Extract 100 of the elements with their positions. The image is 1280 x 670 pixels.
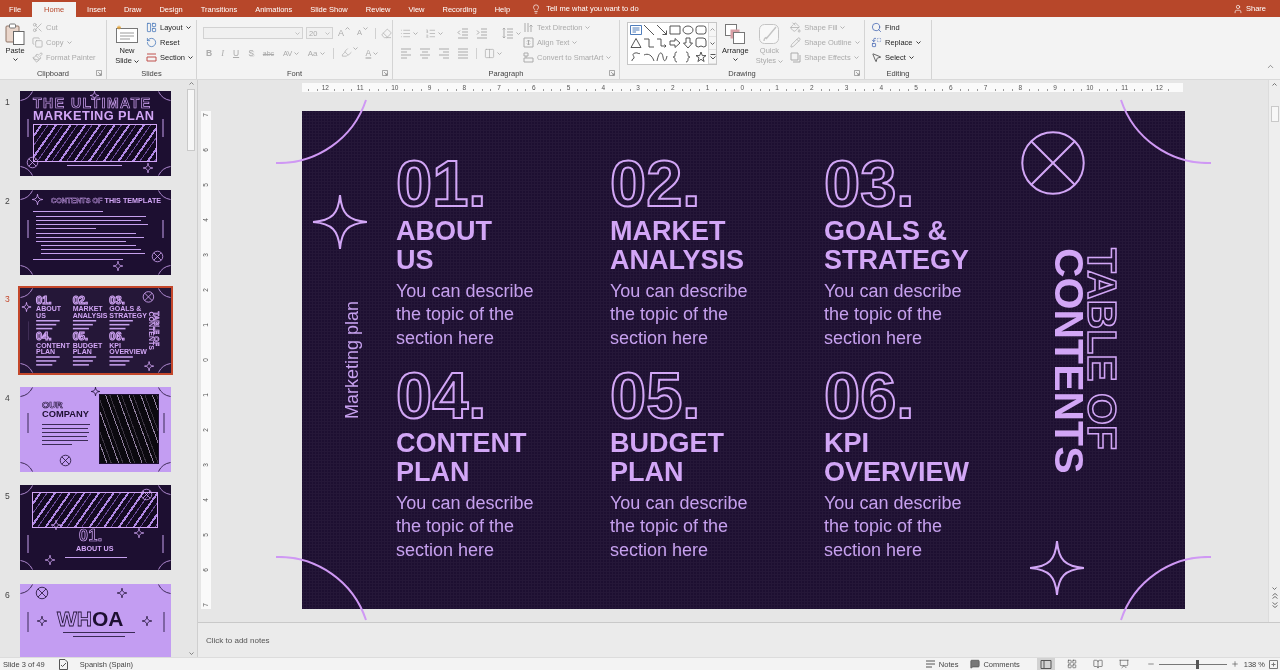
slide-number: 3 [5, 294, 10, 305]
cursor-icon [871, 52, 882, 63]
reading-view-icon [1092, 659, 1103, 669]
next-slide-icon[interactable] [1271, 602, 1278, 608]
corner-arc [158, 461, 171, 472]
copy-icon [32, 37, 43, 48]
paint-bucket-icon [790, 22, 802, 33]
arrow-icon[interactable] [655, 23, 668, 36]
proofing-button[interactable] [57, 658, 69, 670]
text-lines-drawing [109, 355, 134, 367]
section-number: 06. [109, 332, 125, 342]
text-direction-icon [523, 22, 534, 33]
numbering-icon [425, 27, 436, 39]
slideshow-icon [1118, 659, 1129, 669]
indent-increase-icon [476, 27, 488, 39]
sparkle-icon [143, 163, 153, 173]
section-title: GOALS & STRATEGY [824, 217, 969, 275]
slide-number: 1 [5, 97, 10, 107]
caret-icon [1272, 83, 1277, 86]
corner-arc [158, 386, 171, 397]
slide-thumbnail[interactable]: OUR COMPANY [20, 386, 171, 472]
circle-x-icon [60, 454, 71, 466]
section-number: 01. [36, 296, 52, 306]
layout-icon [146, 22, 157, 33]
person-icon [1233, 3, 1243, 14]
right-arrow-icon[interactable] [668, 37, 681, 50]
align-text-icon [523, 37, 534, 48]
section-title: CONTENT PLAN [396, 429, 527, 487]
highlighter-icon [340, 47, 352, 58]
zoom-out-icon[interactable] [1146, 660, 1155, 668]
eraser-icon[interactable] [381, 27, 393, 39]
slider-thumb[interactable] [1195, 659, 1199, 669]
columns-icon [484, 47, 495, 59]
section-number: 06. [824, 370, 915, 422]
dialog-launcher-icon[interactable] [96, 70, 102, 76]
corner-arc [158, 264, 171, 275]
triangle-icon[interactable] [629, 37, 642, 50]
zoom-in-icon[interactable] [1230, 660, 1239, 668]
section-number: 02. [72, 296, 89, 306]
photo-placeholder [99, 393, 159, 464]
text-box-icon[interactable] [629, 23, 642, 36]
corner-arc [20, 189, 33, 200]
section-title: KPI OVERVIEW [824, 429, 970, 487]
sparkle-icon [37, 615, 47, 626]
section-icon [146, 52, 157, 63]
corner-arc [158, 485, 171, 496]
text-lines-drawing [65, 557, 127, 559]
slide-thumbnail[interactable]: THE ULTIMATE MARKETING PLAN [20, 91, 171, 176]
sparkle-icon [32, 193, 43, 205]
caret-icon [1272, 587, 1277, 590]
previous-slide-icon[interactable] [1271, 593, 1278, 599]
side-label: Marketing plan [342, 301, 362, 420]
slide-thumbnail[interactable]: WHOA [20, 583, 171, 657]
scrollbar-thumb[interactable] [187, 89, 195, 151]
dialog-launcher-icon[interactable] [854, 70, 860, 76]
elbow-arrow-icon[interactable] [655, 37, 668, 50]
sparkle-icon [312, 194, 368, 250]
rectangle-icon[interactable] [668, 23, 681, 36]
section-description: You can describe the topic of the section here [610, 279, 749, 350]
curve-icon[interactable] [655, 51, 668, 63]
more-icon [709, 53, 716, 60]
line-spacing-icon [502, 27, 514, 39]
freeform-icon[interactable] [629, 51, 642, 63]
corner-arc [20, 288, 33, 299]
slide-title: WHOA [57, 609, 124, 627]
view-button[interactable] [1036, 658, 1055, 670]
pencil-icon [790, 37, 802, 48]
sparkle-icon [113, 260, 123, 271]
section-number: 03. [109, 296, 125, 306]
caret-icon [363, 27, 369, 30]
curved-shape-icon[interactable] [694, 37, 707, 50]
star-icon[interactable] [694, 51, 707, 63]
gallery-more-button[interactable] [709, 50, 716, 64]
sparkle-icon [134, 528, 144, 539]
scrollbar-thumb[interactable] [1270, 106, 1279, 122]
caret-icon [516, 31, 521, 35]
arc-icon[interactable] [642, 51, 655, 63]
corner-arc [158, 166, 171, 176]
section-number: 02. [610, 158, 701, 210]
slide-title: OUR COMPANY [42, 400, 89, 419]
quick-styles-icon [758, 23, 781, 45]
text-lines-drawing [36, 319, 60, 331]
caret-icon [710, 41, 715, 45]
gallery-down-button[interactable] [709, 36, 716, 51]
corner-arc [20, 461, 33, 472]
line-icon[interactable] [642, 23, 655, 36]
collapse-ribbon-icon[interactable] [1266, 62, 1275, 71]
section-number: 04. [36, 332, 52, 342]
down-arrow-icon[interactable] [681, 37, 694, 50]
align-center-icon [419, 47, 431, 59]
section-title: MARKET ANALYSIS [610, 217, 745, 275]
dialog-launcher-icon[interactable] [609, 70, 615, 76]
notes-field[interactable]: Click to add notes [198, 622, 1280, 657]
slide-number: 6 [5, 589, 10, 600]
corner-arc [158, 189, 171, 200]
section-description: You can describe the topic of the section here [396, 279, 535, 350]
fit-to-window-button[interactable] [1269, 659, 1278, 669]
corner-arc [20, 91, 33, 101]
align-left-icon [400, 47, 412, 59]
text-lines-drawing [36, 355, 60, 367]
